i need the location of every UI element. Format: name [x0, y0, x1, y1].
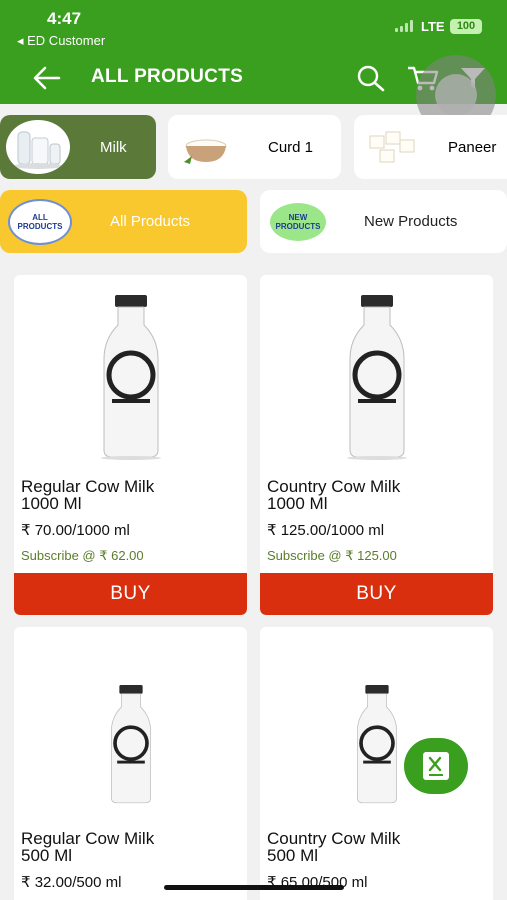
product-price: ₹ 32.00/500 ml: [21, 874, 122, 891]
product-card[interactable]: Regular Cow Milk 1000 Ml ₹ 70.00/1000 ml …: [14, 275, 247, 615]
filter-new-products[interactable]: NEW PRODUCTS New Products: [260, 190, 507, 253]
milk-category-image: [6, 120, 70, 174]
back-arrow-icon[interactable]: [32, 64, 62, 92]
curd-category-image: [174, 120, 238, 174]
product-name: Regular Cow Milk 1000 Ml: [21, 477, 155, 513]
search-icon[interactable]: [356, 64, 386, 92]
status-time: 4:47: [47, 9, 82, 28]
milk-bottle-image: [356, 685, 397, 804]
milk-bottle-image: [110, 685, 151, 804]
all-products-badge: ALL PRODUCTS: [8, 198, 72, 245]
product-price: ₹ 125.00/1000 ml: [267, 522, 385, 539]
filter-all-products[interactable]: ALL PRODUCTS All Products: [0, 190, 247, 253]
product-name: Country Cow Milk 1000 Ml: [267, 477, 401, 513]
category-label: Paneer: [448, 138, 497, 156]
product-price: ₹ 70.00/1000 ml: [21, 522, 130, 539]
signal-icon: [395, 20, 413, 32]
buy-button[interactable]: BUY: [14, 573, 247, 615]
back-to-app-link[interactable]: ◂ ED Customer: [17, 33, 105, 49]
menu-fab-icon: [423, 752, 449, 780]
page-title: ALL PRODUCTS: [91, 66, 244, 87]
product-name: Country Cow Milk 500 Ml: [267, 829, 401, 865]
network-label: LTE: [421, 19, 445, 34]
milk-bottle-image: [346, 295, 407, 460]
buy-button[interactable]: BUY: [260, 573, 493, 615]
category-label: Milk: [100, 138, 127, 156]
product-card[interactable]: Regular Cow Milk 500 Ml ₹ 32.00/500 ml: [14, 627, 247, 900]
filter-label: All Products: [110, 213, 191, 230]
product-name: Regular Cow Milk 500 Ml: [21, 829, 155, 865]
category-curd[interactable]: Curd 1: [168, 115, 341, 179]
subscribe-price: Subscribe @ ₹ 62.00: [21, 548, 144, 563]
new-products-badge: NEW PRODUCTS: [270, 202, 326, 241]
category-milk[interactable]: Milk: [0, 115, 156, 179]
home-indicator: [164, 885, 344, 890]
category-label: Curd 1: [268, 138, 314, 156]
milk-bottle-image: [100, 295, 161, 460]
category-paneer[interactable]: Paneer: [354, 115, 507, 179]
category-row: Milk Curd 1 Paneer: [0, 115, 507, 179]
filter-label: New Products: [364, 213, 458, 230]
battery-icon: 100: [450, 19, 482, 34]
subscribe-price: Subscribe @ ₹ 125.00: [267, 548, 397, 563]
paneer-category-image: [360, 120, 424, 174]
product-card[interactable]: Country Cow Milk 1000 Ml ₹ 125.00/1000 ml…: [260, 275, 493, 615]
menu-fab-button[interactable]: [404, 738, 468, 794]
